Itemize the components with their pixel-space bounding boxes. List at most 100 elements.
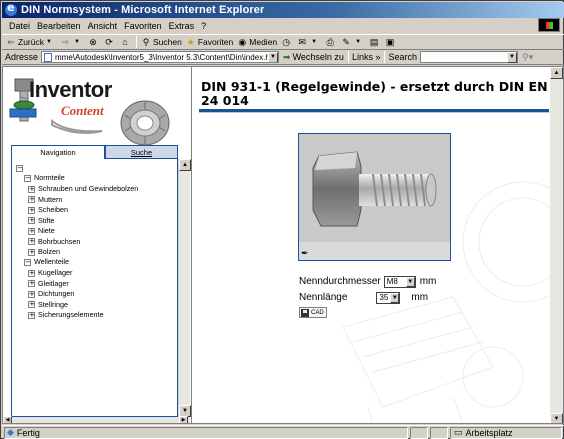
tree-item-stellringe[interactable]: + Stellringe bbox=[28, 300, 68, 310]
cad-button-label: CAD bbox=[311, 309, 324, 316]
chevron-down-icon[interactable]: ▼ bbox=[507, 52, 518, 63]
expand-icon[interactable]: + bbox=[28, 290, 35, 298]
expand-icon[interactable]: + bbox=[28, 238, 35, 245]
title-rule-shadow bbox=[199, 112, 549, 113]
tab-suche[interactable]: Suche bbox=[105, 145, 178, 159]
tree-node-label: Wellenteile bbox=[34, 257, 70, 266]
expand-icon[interactable]: + bbox=[28, 217, 35, 224]
tree-item-kugellager[interactable]: + Kugellager bbox=[28, 268, 72, 278]
logo-subtitle: Content bbox=[61, 103, 104, 118]
chevron-right-icon: » bbox=[375, 52, 381, 62]
links-button[interactable]: Links » bbox=[352, 52, 381, 62]
expand-icon[interactable]: + bbox=[28, 301, 35, 308]
expand-icon[interactable]: + bbox=[28, 269, 35, 277]
ie-window: DIN Normsystem - Microsoft Internet Expl… bbox=[0, 0, 564, 439]
tree-hscrollbar[interactable]: ◀ ▶ bbox=[3, 416, 190, 423]
tree-root[interactable]: − bbox=[16, 163, 26, 173]
home-icon: ⌂ bbox=[122, 37, 128, 47]
favorites-button[interactable]: ★ Favoriten bbox=[186, 37, 233, 47]
collapse-icon[interactable]: − bbox=[16, 164, 23, 172]
collapse-icon[interactable]: − bbox=[24, 174, 31, 182]
expand-icon[interactable]: + bbox=[28, 196, 35, 203]
pipette-icon[interactable]: ✒ bbox=[301, 248, 311, 258]
messenger-button[interactable]: ▣ bbox=[385, 37, 397, 47]
address-separator bbox=[384, 51, 386, 63]
browser-content: Inventor Content Navigation Suche − − Nor… bbox=[2, 66, 564, 424]
history-button[interactable]: ◷ bbox=[281, 37, 293, 47]
tree-item-label: Niete bbox=[38, 226, 55, 235]
chevron-down-icon[interactable]: ▼ bbox=[268, 52, 279, 62]
back-button[interactable]: ⇐ Zurück ▼ bbox=[6, 37, 56, 47]
tree-node-normteile[interactable]: − Normteile bbox=[24, 173, 65, 183]
computer-icon: ▭ bbox=[454, 427, 463, 437]
expand-icon[interactable]: + bbox=[28, 227, 35, 235]
cad-button[interactable]: CAD bbox=[299, 307, 327, 318]
search-go-icon[interactable]: ⚲▾ bbox=[522, 52, 533, 63]
scroll-up-icon[interactable]: ▲ bbox=[179, 159, 191, 171]
edit-button[interactable]: ✎ ▼ bbox=[341, 37, 365, 47]
tree-item-label: Scheiben bbox=[38, 205, 68, 214]
scroll-right-icon[interactable]: ▶ bbox=[179, 416, 188, 423]
tree-item-niete[interactable]: + Niete bbox=[28, 226, 55, 236]
print-button[interactable]: ⎙ bbox=[325, 37, 337, 47]
tree-item-scheiben[interactable]: + Scheiben bbox=[28, 205, 68, 215]
go-label: Wechseln zu bbox=[292, 52, 344, 62]
tree-item-label: Muttern bbox=[38, 194, 63, 204]
menu-bearbeiten[interactable]: Bearbeiten bbox=[37, 21, 81, 31]
mail-button[interactable]: ✉ ▼ bbox=[297, 37, 321, 47]
tree-item-sicherungselemente[interactable]: + Sicherungselemente bbox=[28, 310, 104, 320]
toolbar: ⇐ Zurück ▼ ⇒ ▼ ⊗ ⟳ ⌂ ⚲ Suchen ★ Favoriten ◉ Me… bbox=[2, 34, 564, 50]
tree-item-bohrbuchsen[interactable]: + Bohrbuchsen bbox=[28, 237, 80, 247]
window-title: DIN Normsystem - Microsoft Internet Expl… bbox=[21, 4, 265, 16]
scroll-down-icon[interactable]: ▼ bbox=[550, 413, 563, 423]
tree-item-stifte[interactable]: + Stifte bbox=[28, 216, 54, 226]
menu-datei[interactable]: Datei bbox=[9, 21, 30, 31]
discuss-button[interactable]: ▤ bbox=[369, 37, 381, 47]
search-input[interactable]: ▼ bbox=[420, 51, 519, 63]
menu-favoriten[interactable]: Favoriten bbox=[124, 21, 162, 31]
expand-icon[interactable]: + bbox=[28, 206, 35, 214]
tree-item-schrauben[interactable]: + Schrauben und Gewindebolzen bbox=[28, 184, 138, 194]
status-main: ◆ Fertig bbox=[4, 426, 408, 439]
diameter-select[interactable]: M8 ▼ bbox=[383, 275, 416, 288]
expand-icon[interactable]: + bbox=[28, 311, 35, 319]
home-button[interactable]: ⌂ bbox=[120, 37, 132, 47]
tree-node-wellenteile[interactable]: − Wellenteile bbox=[24, 257, 69, 267]
chevron-down-icon[interactable]: ▼ bbox=[405, 276, 415, 287]
length-select[interactable]: 35 ▼ bbox=[376, 291, 401, 304]
tree-item-label: Bohrbuchsen bbox=[38, 236, 81, 246]
stop-button[interactable]: ⊗ bbox=[88, 37, 100, 47]
search-button[interactable]: ⚲ Suchen bbox=[141, 37, 182, 47]
go-button[interactable]: ➡ Wechseln zu bbox=[283, 52, 344, 63]
expand-icon[interactable]: + bbox=[28, 185, 35, 193]
pane-tabs: Navigation Suche bbox=[11, 145, 178, 159]
menu-help[interactable]: ? bbox=[201, 21, 206, 31]
status-text: Fertig bbox=[16, 427, 40, 438]
chevron-down-icon[interactable]: ▼ bbox=[72, 37, 82, 47]
tree-item-muttern[interactable]: + Muttern bbox=[28, 195, 62, 205]
address-input[interactable]: mme\Autodesk\Inventor5_3\Inventor 5.3\Co… bbox=[41, 51, 280, 63]
menu-ansicht[interactable]: Ansicht bbox=[88, 21, 118, 31]
tree-item-dichtungen[interactable]: + Dichtungen bbox=[28, 289, 74, 299]
scroll-left-icon[interactable]: ◀ bbox=[3, 416, 12, 423]
collapse-icon[interactable]: − bbox=[24, 258, 31, 266]
forward-button[interactable]: ⇒ ▼ bbox=[60, 37, 84, 47]
chevron-down-icon[interactable]: ▼ bbox=[353, 37, 363, 47]
tree-scrollbar[interactable]: ▲ ▼ bbox=[178, 159, 191, 417]
chevron-down-icon[interactable]: ▼ bbox=[309, 37, 319, 47]
tree-item-label: Sicherungselemente bbox=[38, 310, 104, 319]
chevron-down-icon[interactable]: ▼ bbox=[390, 292, 400, 303]
refresh-button[interactable]: ⟳ bbox=[104, 37, 116, 47]
menu-bar: Datei Bearbeiten Ansicht Favoriten Extra… bbox=[2, 18, 564, 34]
media-button[interactable]: ◉ Medien bbox=[237, 37, 277, 47]
tree-item-bolzen[interactable]: + Bolzen bbox=[28, 247, 60, 257]
tab-navigation[interactable]: Navigation bbox=[11, 145, 105, 159]
chevron-down-icon[interactable]: ▼ bbox=[44, 37, 54, 47]
scroll-up-icon[interactable]: ▲ bbox=[550, 67, 563, 79]
tree-item-gleitlager[interactable]: + Gleitlager bbox=[28, 279, 69, 289]
menu-extras[interactable]: Extras bbox=[169, 21, 195, 31]
expand-icon[interactable]: + bbox=[28, 280, 35, 287]
expand-icon[interactable]: + bbox=[28, 248, 35, 256]
main-scrollbar[interactable]: ▲ ▼ bbox=[550, 67, 563, 423]
links-label: Links bbox=[351, 52, 373, 62]
